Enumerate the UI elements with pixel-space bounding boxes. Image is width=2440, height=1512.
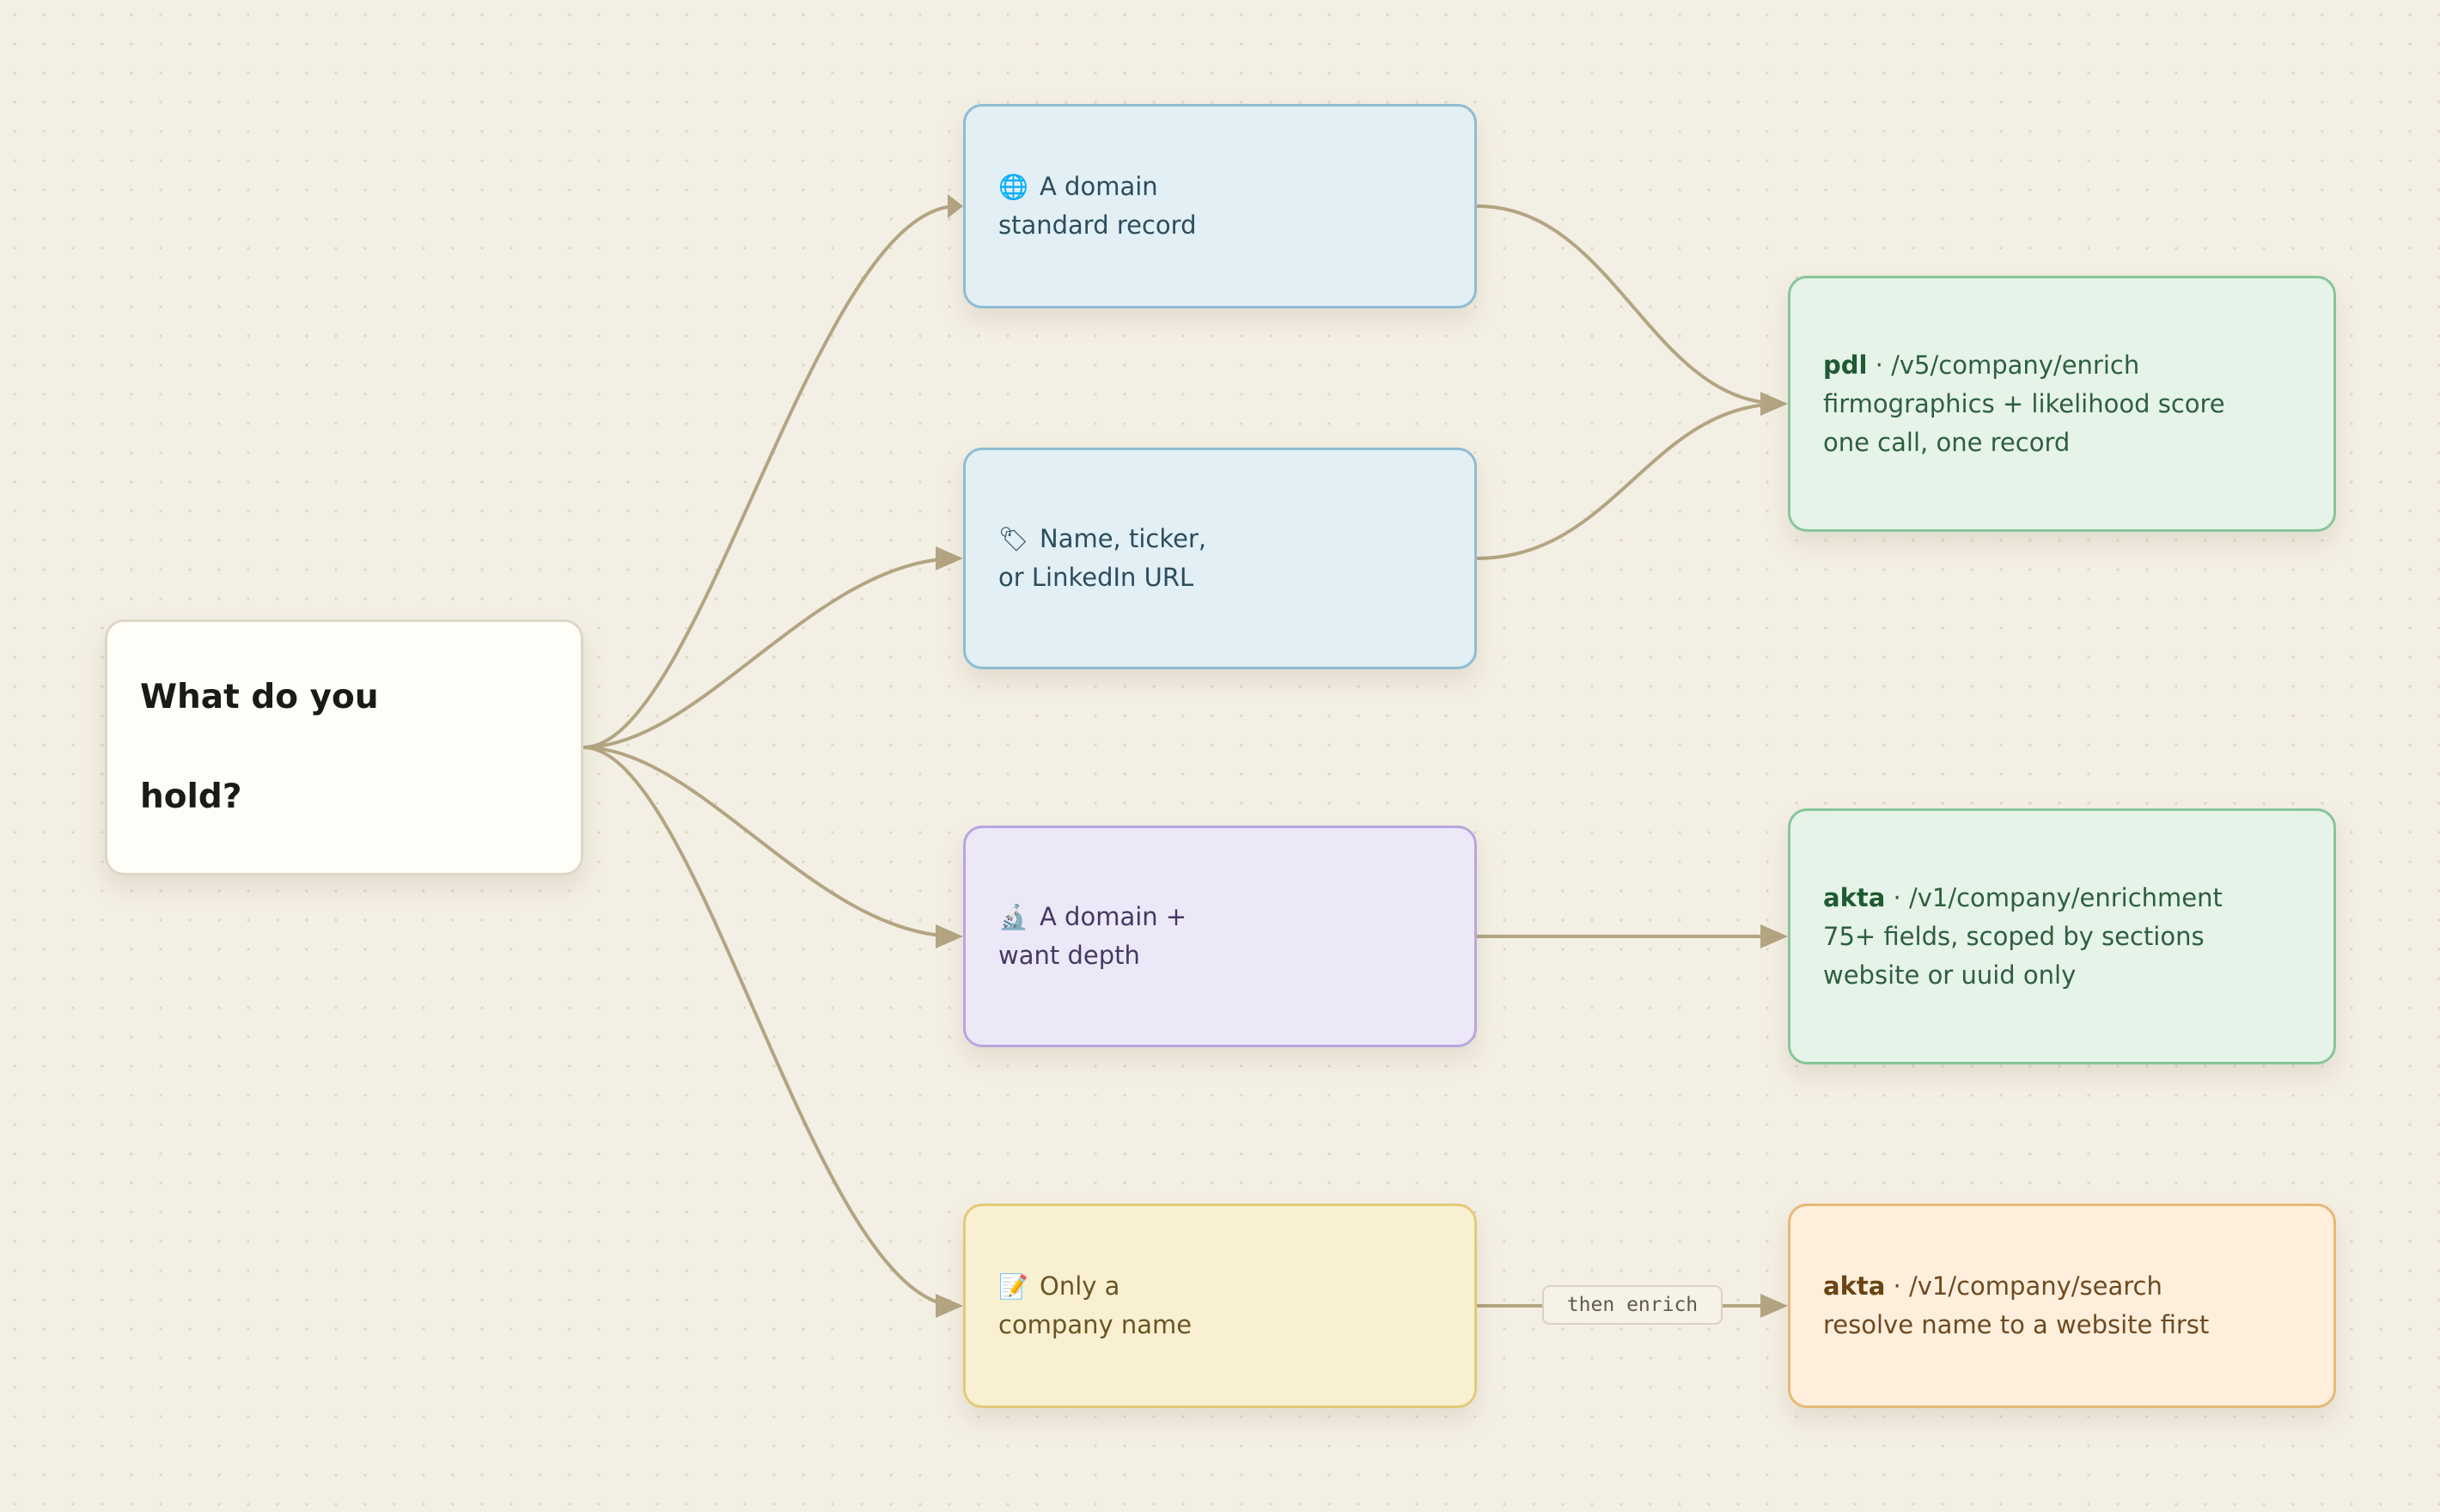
endpoint-node-pdl-enrich: pdl · /v5/company/enrich firmographics +… (1788, 276, 2336, 532)
input-name-line-2: or LinkedIn URL (998, 563, 1194, 592)
endpoint-detail: resolve name to a website first (1823, 1310, 2210, 1339)
input-domain-line-1: A domain (1040, 172, 1158, 201)
input-name-line-1: Name, ticker, (1040, 524, 1207, 553)
input-depth-line-1: A domain + (1040, 902, 1187, 931)
root-question-line-2: hold? (140, 777, 242, 816)
endpoint-detail: one call, one record (1823, 427, 2071, 457)
endpoint-provider: akta (1823, 1271, 1886, 1301)
connector-root-to-name (583, 546, 963, 749)
input-node-depth: 🔬 A domain + want depth (963, 826, 1477, 1047)
tag-icon: 🏷 (998, 525, 1029, 553)
connector-root-to-depth (583, 746, 963, 948)
endpoint-node-akta-enrichment: akta · /v1/company/enrichment 75+ fields… (1788, 808, 2336, 1064)
input-node-domain: 🌐 A domain standard record (963, 104, 1477, 308)
endpoint-provider: akta (1823, 882, 1886, 912)
input-domain-line-2: standard record (998, 210, 1197, 240)
endpoint-detail: firmographics + likelihood score (1823, 388, 2225, 418)
connector-root-to-company (583, 746, 963, 1318)
endpoint-detail: website or uuid only (1823, 960, 2077, 990)
endpoint-path: · /v1/company/enrichment (1885, 882, 2223, 912)
input-company-line-2: company name (998, 1310, 1193, 1339)
connector-domain-to-pdl (1476, 204, 1788, 416)
connector-name-to-pdl (1476, 402, 1783, 560)
endpoint-node-akta-search: akta · /v1/company/search resolve name t… (1788, 1204, 2336, 1408)
endpoint-detail: 75+ fields, scoped by sections (1823, 921, 2205, 951)
input-depth-line-2: want depth (998, 941, 1140, 970)
memo-icon: 📝 (998, 1272, 1028, 1301)
edge-label-then-enrich: then enrich (1542, 1285, 1723, 1325)
root-question-node: What do you hold? (105, 619, 583, 875)
root-question-line-1: What do you (140, 678, 379, 716)
connector-root-to-domain (583, 194, 963, 749)
input-node-company: 📝 Only a company name (963, 1204, 1477, 1408)
endpoint-provider: pdl (1823, 350, 1868, 380)
input-company-line-1: Only a (1040, 1271, 1120, 1301)
globe-icon: 🌐 (998, 173, 1028, 201)
connector-depth-to-enrichment (1477, 924, 1788, 948)
microscope-icon: 🔬 (998, 903, 1028, 931)
input-node-name: 🏷 Name, ticker, or LinkedIn URL (963, 448, 1477, 669)
endpoint-path: · /v1/company/search (1885, 1271, 2162, 1301)
endpoint-path: · /v5/company/enrich (1867, 350, 2140, 380)
